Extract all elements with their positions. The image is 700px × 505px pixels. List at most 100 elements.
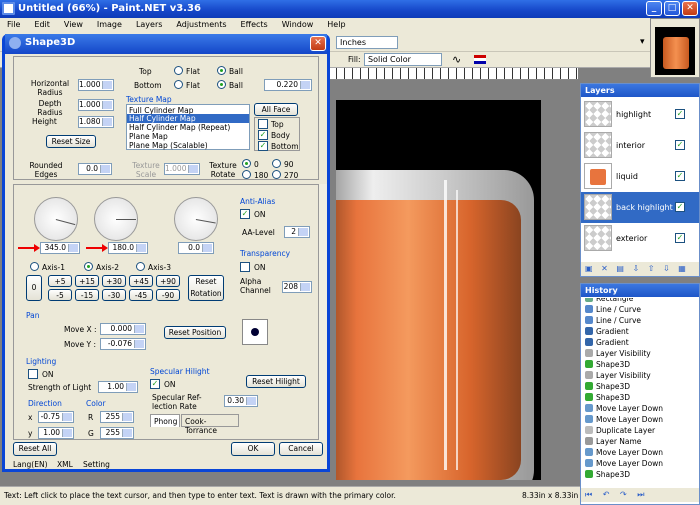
reset-hilight-button[interactable]: Reset Hilight xyxy=(246,375,306,388)
transparency-on-checkbox[interactable] xyxy=(240,262,250,272)
menu-image[interactable]: Image xyxy=(90,18,129,29)
cancel-button[interactable]: Cancel xyxy=(279,442,323,456)
rotate-minus-button[interactable]: -15 xyxy=(75,289,99,301)
menu-adjustments[interactable]: Adjustments xyxy=(169,18,233,29)
depth-input[interactable]: 1.000 xyxy=(78,99,114,111)
axis1-angle-input[interactable]: 345.0 xyxy=(40,242,80,254)
dialog-scrollbar[interactable] xyxy=(319,184,327,440)
menu-layers[interactable]: Layers xyxy=(129,18,169,29)
color-r-input[interactable]: 255 xyxy=(100,411,134,423)
curve-icon[interactable]: ∿ xyxy=(452,53,461,66)
layer-visibility-checkbox[interactable]: ✓ xyxy=(675,140,685,150)
top-face-checkbox[interactable] xyxy=(258,119,268,129)
rotate-plus-button[interactable]: +45 xyxy=(129,275,153,287)
ok-button[interactable]: OK xyxy=(231,442,275,456)
rotation-dial[interactable] xyxy=(174,197,218,241)
bottom-value-input[interactable]: 0.220 xyxy=(264,79,312,91)
menu-help[interactable]: Help xyxy=(320,18,352,29)
menu-file[interactable]: File xyxy=(0,18,27,29)
zero-rotation-button[interactable]: 0 xyxy=(26,275,42,301)
color-g-input[interactable]: 255 xyxy=(100,427,134,439)
rotate-180-radio[interactable] xyxy=(242,170,251,179)
image-canvas[interactable] xyxy=(336,100,541,480)
layer-tools-bar[interactable]: ▣ ✕ ▤ ⇩ ⇧ ⇩ ▦ xyxy=(581,262,699,276)
history-item[interactable]: Shape3D xyxy=(585,393,630,404)
chevron-down-icon[interactable]: ▾ xyxy=(640,37,645,47)
layer-row[interactable]: interior ✓ xyxy=(581,130,699,161)
aa-level-select[interactable]: 2 xyxy=(284,226,310,238)
top-ball-radio[interactable] xyxy=(217,66,226,75)
layer-row[interactable]: liquid ✓ xyxy=(581,161,699,192)
history-item[interactable]: Shape3D xyxy=(585,360,630,371)
rotate-270-radio[interactable] xyxy=(272,170,281,179)
units-select[interactable]: Inches xyxy=(336,36,398,49)
layer-row[interactable]: exterior ✓ xyxy=(581,223,699,254)
history-item[interactable]: Line / Curve xyxy=(585,305,641,316)
axis1-radio[interactable] xyxy=(30,262,39,271)
history-item[interactable]: Shape3D xyxy=(585,382,630,393)
rotation-dial[interactable] xyxy=(34,197,78,241)
history-item[interactable]: Gradient xyxy=(585,338,629,349)
history-item[interactable]: Rectangle xyxy=(585,298,633,305)
fill-select[interactable]: Solid Color xyxy=(364,53,442,66)
rounded-edges-input[interactable]: 0.0 xyxy=(78,163,112,175)
h-radius-input[interactable]: 1.000 xyxy=(78,79,114,91)
axis2-radio[interactable] xyxy=(84,262,93,271)
texture-map-list[interactable]: Full Cylinder Map Half Cylinder Map Half… xyxy=(126,104,250,150)
setting-menu[interactable]: Setting xyxy=(83,460,110,469)
axis3-angle-input[interactable]: 0.0 xyxy=(178,242,214,254)
direction-y-input[interactable]: 1.00 xyxy=(38,427,74,439)
rotate-minus-button[interactable]: -45 xyxy=(129,289,153,301)
rotate-0-radio[interactable] xyxy=(242,159,251,168)
menu-window[interactable]: Window xyxy=(275,18,321,29)
reflection-rate-input[interactable]: 0.30 xyxy=(224,395,258,407)
rotate-plus-button[interactable]: +30 xyxy=(102,275,126,287)
height-input[interactable]: 1.080 xyxy=(78,116,114,128)
history-item[interactable]: Layer Visibility xyxy=(585,349,651,360)
history-item[interactable]: Gradient xyxy=(585,327,629,338)
history-item[interactable]: Move Layer Down xyxy=(585,404,663,415)
texture-option[interactable]: Half Cylinder Map (Repeat) xyxy=(129,123,230,132)
history-item[interactable]: Shape3D xyxy=(585,470,630,481)
history-item[interactable]: Layer Visibility xyxy=(585,371,651,382)
rotate-minus-button[interactable]: -5 xyxy=(48,289,72,301)
layer-visibility-checkbox[interactable]: ✓ xyxy=(675,202,685,212)
lighting-on-checkbox[interactable] xyxy=(28,369,38,379)
maximize-button[interactable]: □ xyxy=(664,1,680,16)
language-menu[interactable]: Lang(EN) xyxy=(13,460,48,469)
layer-visibility-checkbox[interactable]: ✓ xyxy=(675,233,685,243)
reset-size-button[interactable]: Reset Size xyxy=(46,135,96,148)
dialog-close-button[interactable]: ✕ xyxy=(310,36,326,51)
rotate-plus-button[interactable]: +15 xyxy=(75,275,99,287)
antialias-icon[interactable] xyxy=(474,55,486,64)
reset-rotation-button[interactable]: Reset Rotation xyxy=(188,275,224,301)
tab-phong[interactable]: Phong xyxy=(150,414,180,427)
layer-row-selected[interactable]: back highlight ✓ xyxy=(581,192,699,223)
history-item[interactable]: Move Layer Down xyxy=(585,448,663,459)
menu-effects[interactable]: Effects xyxy=(234,18,275,29)
layer-visibility-checkbox[interactable]: ✓ xyxy=(675,171,685,181)
strength-input[interactable]: 1.00 xyxy=(98,381,138,393)
layer-visibility-checkbox[interactable]: ✓ xyxy=(675,109,685,119)
axis3-radio[interactable] xyxy=(136,262,145,271)
top-flat-radio[interactable] xyxy=(174,66,183,75)
move-y-input[interactable]: -0.076 xyxy=(100,338,146,350)
all-face-button[interactable]: All Face xyxy=(254,103,298,116)
body-face-checkbox[interactable]: ✓ xyxy=(258,130,268,140)
rotate-plus-button[interactable]: +90 xyxy=(156,275,180,287)
specular-on-checkbox[interactable]: ✓ xyxy=(150,379,160,389)
texture-option[interactable]: Plane Map (Scalable) xyxy=(129,141,208,150)
texture-scale-input[interactable]: 1.000 xyxy=(164,163,200,175)
history-item[interactable]: Duplicate Layer xyxy=(585,426,655,437)
image-thumbnail[interactable] xyxy=(650,18,700,78)
bottom-ball-radio[interactable] xyxy=(217,80,226,89)
move-x-input[interactable]: 0.000 xyxy=(100,323,146,335)
rotation-dial[interactable] xyxy=(94,197,138,241)
history-controls[interactable]: ⏮ ↶ ↷ ⏭ xyxy=(581,488,699,502)
tab-cook-torrance[interactable]: Cook-Torrance xyxy=(181,414,239,435)
alpha-channel-input[interactable]: 208 xyxy=(282,281,312,293)
history-item[interactable]: Layer Name xyxy=(585,437,641,448)
rotate-90-radio[interactable] xyxy=(272,159,281,168)
menu-view[interactable]: View xyxy=(57,18,90,29)
reset-position-button[interactable]: Reset Position xyxy=(164,326,226,339)
